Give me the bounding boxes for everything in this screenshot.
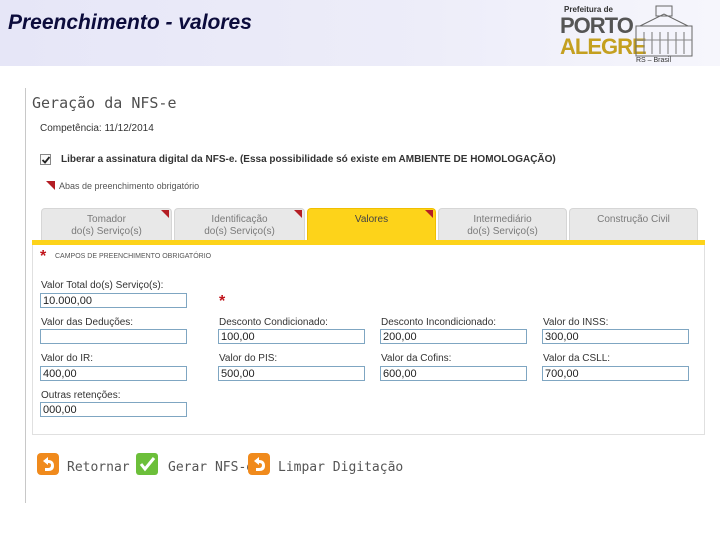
cofins-input[interactable] [380,366,527,381]
csll-label: Valor da CSLL: [543,353,611,364]
outras-retencoes-input[interactable] [40,402,187,417]
desconto-incondicionado-input[interactable] [380,329,527,344]
screenshot-left-border [25,88,26,503]
legend-text: Abas de preenchimento obrigatório [59,181,200,191]
rs-brasil-text: RS – Brasil [636,57,672,64]
tab-label-line1: Tomador [87,214,126,225]
inss-input[interactable] [542,329,689,344]
tab-identificacao[interactable]: Identificação do(s) Serviço(s) [174,208,305,242]
required-fields-title: CAMPOS DE PREENCHIMENTO OBRIGATÓRIO [55,253,212,260]
competencia-text: Competência: 11/12/2014 [40,123,154,134]
gerar-nfse-button[interactable]: Gerar NFS-e [136,453,254,481]
required-star-icon: * [219,293,226,310]
tab-tomador[interactable]: Tomador do(s) Serviço(s) [41,208,172,242]
limpar-digitacao-button[interactable]: Limpar Digitação [248,453,403,481]
tab-label-line1: Identificação [211,214,268,225]
deducoes-label: Valor das Deduções: [41,317,134,328]
gerar-nfse-label: Gerar NFS-e [168,460,255,475]
inss-label: Valor do INSS: [543,317,609,328]
outras-retencoes-label: Outras retenções: [41,390,121,401]
tab-construcao-civil[interactable]: Construção Civil [569,208,698,242]
logo-alegre-text: ALEGRE [560,34,647,59]
desconto-condicionado-input[interactable] [218,329,365,344]
tab-label-line1: Intermediário [473,214,532,225]
pis-input[interactable] [218,366,365,381]
city-hall-seal-icon [635,5,693,57]
required-tab-marker-icon [46,181,55,190]
page-title: Geração da NFS-e [32,94,177,112]
retornar-button[interactable]: Retornar [37,453,130,481]
tab-label-line1: Valores [354,214,389,225]
tab-label-line2: do(s) Serviço(s) [467,226,538,237]
tab-label-line1: Construção Civil [597,214,670,225]
ir-input[interactable] [40,366,187,381]
deducoes-input[interactable] [40,329,187,344]
check-icon [136,453,158,475]
ir-label: Valor do IR: [41,353,94,364]
checkmark-icon [41,156,51,164]
required-star-icon: * [40,248,47,265]
csll-input[interactable] [542,366,689,381]
tab-label-line2: do(s) Serviço(s) [71,226,142,237]
valor-total-input[interactable] [40,293,187,308]
clear-arrow-icon [248,453,270,475]
liberar-assinatura-label: Liberar a assinatura digital da NFS-e. (… [61,154,556,165]
return-arrow-icon [37,453,59,475]
tab-intermediario[interactable]: Intermediário do(s) Serviço(s) [438,208,567,242]
tab-label-line2: do(s) Serviço(s) [204,226,275,237]
porto-alegre-logo: Prefeitura de PORTO ALEGRE [556,2,647,62]
valor-total-label: Valor Total do(s) Serviço(s): [41,280,164,291]
desconto-incondicionado-label: Desconto Incondicionado: [381,317,497,328]
retornar-label: Retornar [67,460,130,475]
tab-valores[interactable]: Valores [307,208,436,242]
cofins-label: Valor da Cofins: [381,353,452,364]
pis-label: Valor do PIS: [219,353,278,364]
desconto-condicionado-label: Desconto Condicionado: [219,317,328,328]
slide-title: Preenchimento - valores [8,11,252,34]
limpar-digitacao-label: Limpar Digitação [278,460,404,475]
liberar-assinatura-checkbox[interactable] [40,154,51,165]
